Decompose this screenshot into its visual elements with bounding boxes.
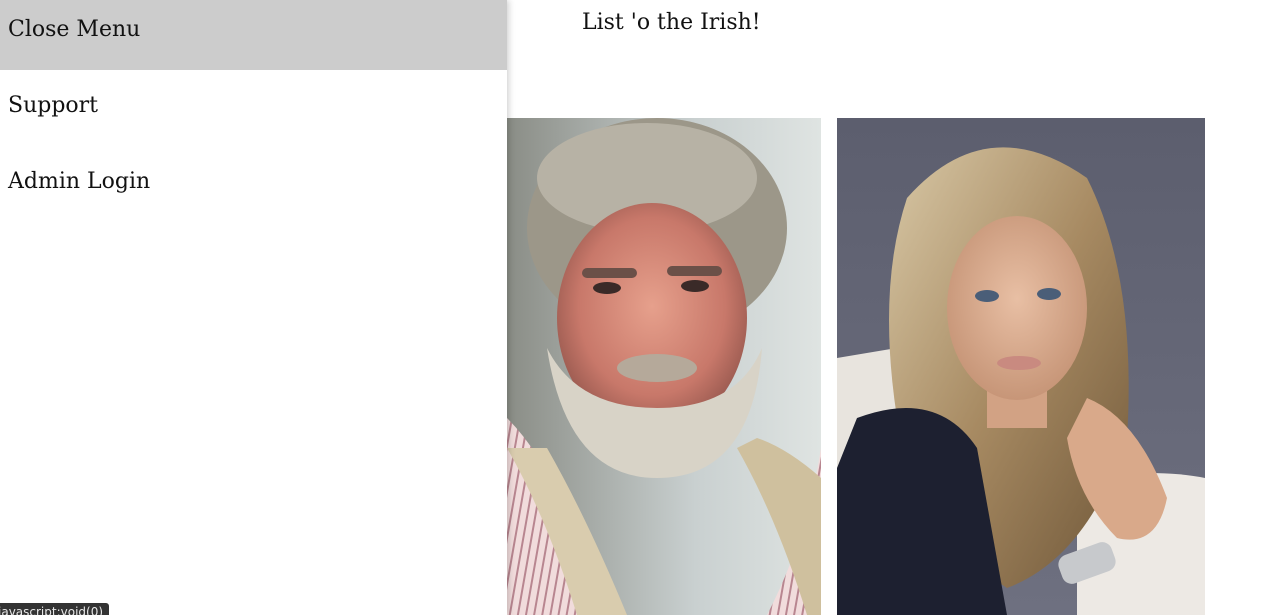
support-link[interactable]: Support bbox=[0, 76, 507, 152]
portrait-woman-image bbox=[837, 118, 1205, 615]
admin-login-link[interactable]: Admin Login bbox=[0, 152, 507, 228]
portrait-man-image bbox=[507, 118, 821, 615]
close-menu-link[interactable]: Close Menu bbox=[0, 0, 507, 70]
portrait-photo-man[interactable] bbox=[507, 118, 821, 615]
portrait-photo-woman[interactable] bbox=[837, 118, 1205, 615]
page: List 'o the Irish! Close Menu Support Ad… bbox=[0, 0, 1283, 615]
page-title: List 'o the Irish! bbox=[582, 10, 761, 35]
status-link-preview: javascript:void(0) bbox=[0, 603, 110, 615]
side-menu: Close Menu Support Admin Login bbox=[0, 0, 507, 615]
